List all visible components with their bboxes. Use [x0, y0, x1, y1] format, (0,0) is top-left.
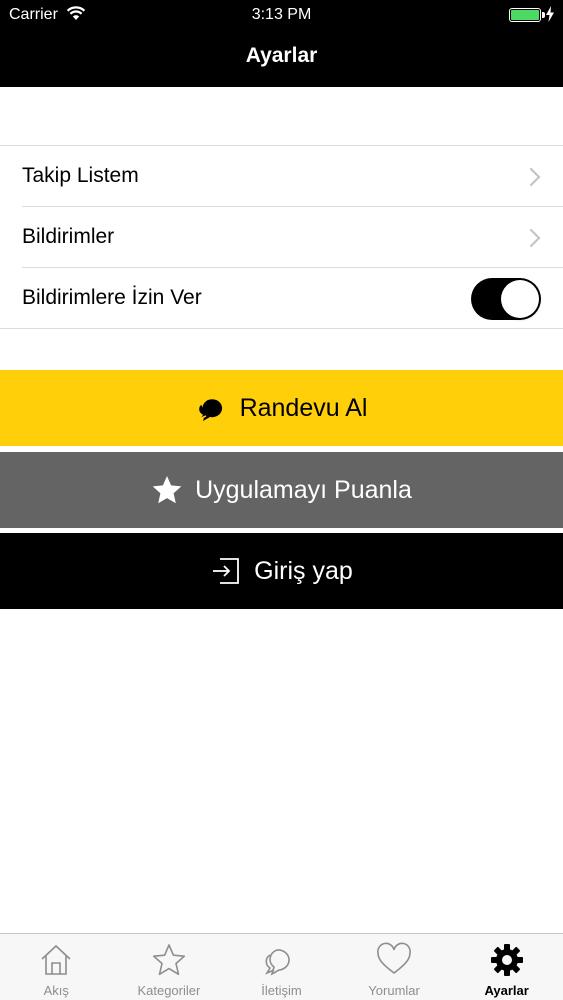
- tab-ayarlar[interactable]: Ayarlar: [450, 934, 563, 1000]
- tab-label: Yorumlar: [368, 983, 420, 998]
- settings-row-label: Takip Listem: [22, 164, 139, 187]
- status-time: 3:13 PM: [251, 6, 312, 23]
- toggle-knob: [501, 280, 539, 318]
- gear-icon: [490, 944, 523, 976]
- heart-icon: [377, 942, 411, 975]
- top-bar: Carrier 3:13 PM Ayarlar: [0, 0, 563, 87]
- star-icon: [152, 476, 182, 504]
- tab-label: Ayarlar: [484, 983, 529, 998]
- settings-list: Takip Listem Bildirimler Bildirimlere İz…: [0, 145, 563, 329]
- tab-bar: Akış Kategoriler İletişim Yorumlar Ayarl…: [0, 933, 563, 1000]
- tab-kategoriler[interactable]: Kategoriler: [113, 934, 226, 1000]
- login-button-label: Giriş yap: [254, 556, 353, 585]
- status-bar: Carrier 3:13 PM: [0, 0, 563, 30]
- chevron-right-icon: [529, 167, 541, 187]
- rate-app-button[interactable]: Uygulamayı Puanla: [0, 452, 563, 528]
- appointment-button[interactable]: Randevu Al: [0, 370, 563, 446]
- tab-label: İletişim: [261, 983, 302, 998]
- rate-app-button-label: Uygulamayı Puanla: [195, 475, 412, 504]
- settings-row-bildirim-izni: Bildirimlere İzin Ver: [0, 268, 563, 329]
- tab-akis[interactable]: Akış: [0, 934, 113, 1000]
- chevron-right-icon: [529, 228, 541, 248]
- notifications-toggle[interactable]: [471, 278, 541, 320]
- appointment-button-label: Randevu Al: [239, 393, 368, 422]
- page-title: Ayarlar: [245, 44, 318, 67]
- chat-bubbles-icon: [265, 949, 291, 976]
- login-button[interactable]: Giriş yap: [0, 533, 563, 609]
- settings-row-takip-listem[interactable]: Takip Listem: [0, 146, 563, 207]
- battery-icon: [509, 8, 545, 22]
- home-icon: [41, 944, 71, 975]
- tab-yorumlar[interactable]: Yorumlar: [338, 934, 451, 1000]
- settings-row-label: Bildirimler: [22, 225, 115, 248]
- star-icon: [152, 944, 185, 976]
- tab-iletisim[interactable]: İletişim: [225, 934, 338, 1000]
- chat-bubbles-icon: [196, 399, 222, 421]
- charging-bolt-icon: [546, 6, 554, 22]
- settings-row-bildirimler[interactable]: Bildirimler: [0, 207, 563, 268]
- tab-label: Akış: [43, 983, 69, 998]
- sign-in-icon: [213, 558, 240, 584]
- settings-row-label: Bildirimlere İzin Ver: [22, 286, 202, 309]
- tab-label: Kategoriler: [137, 983, 201, 998]
